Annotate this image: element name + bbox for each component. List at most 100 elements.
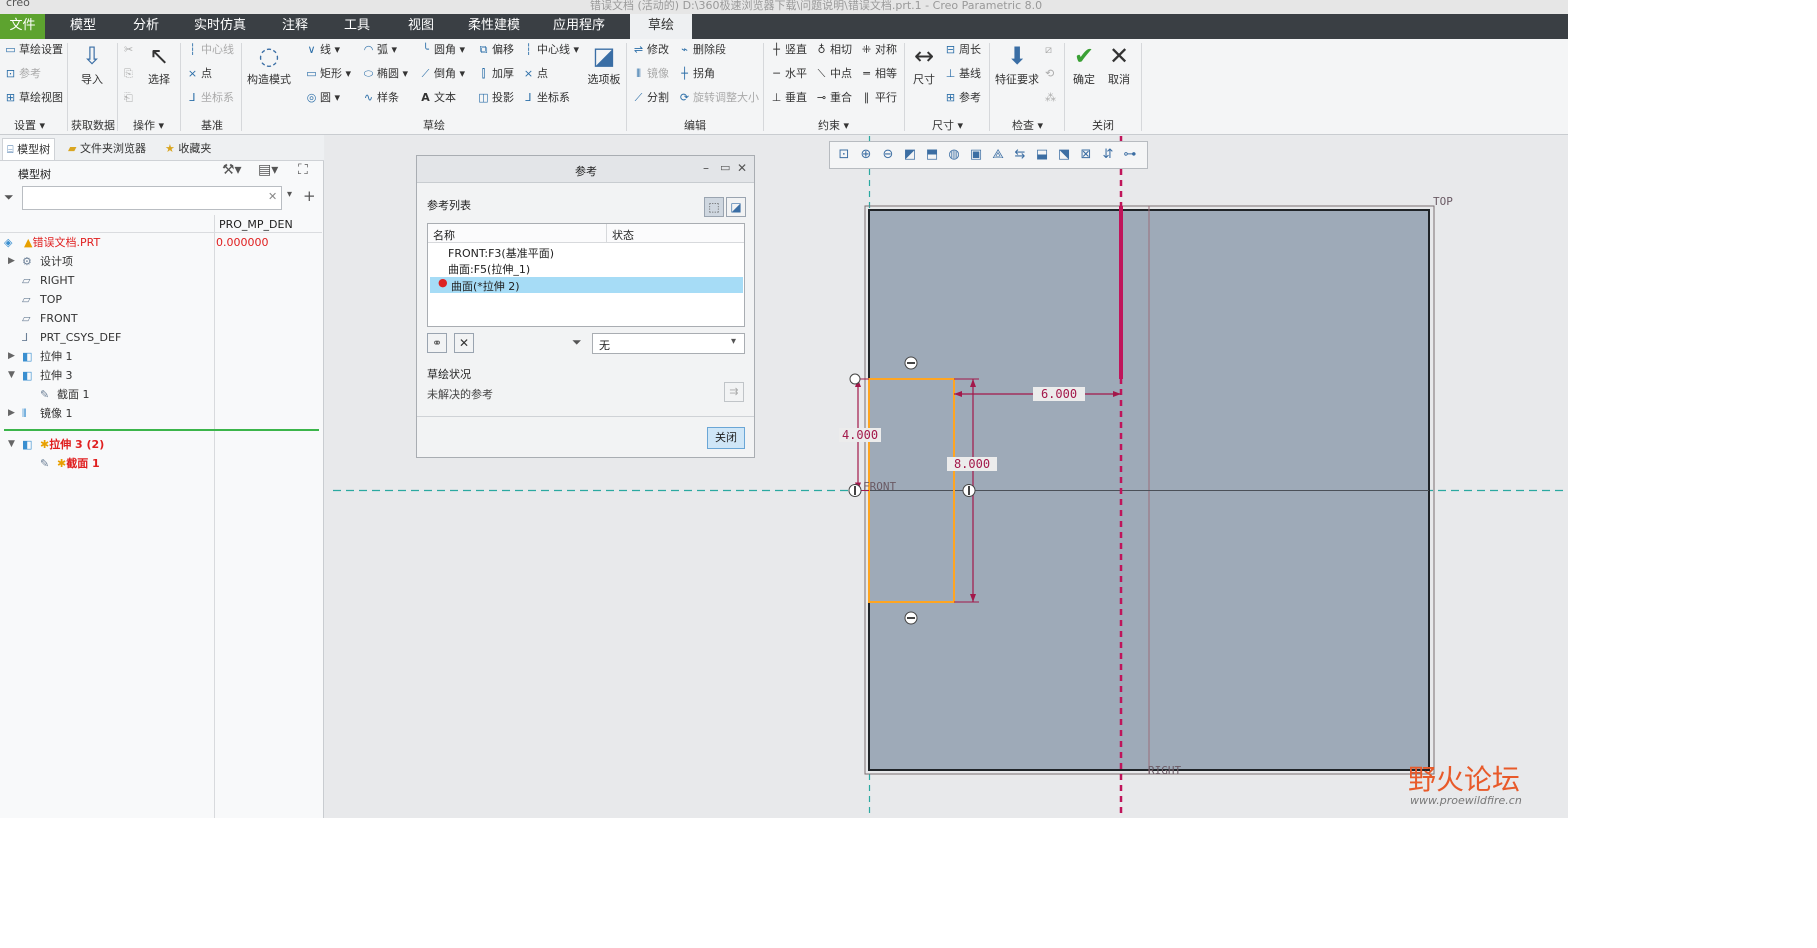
filter-select[interactable]: 无 ▾ xyxy=(592,333,745,354)
xsec-reference-icon[interactable]: ◪ xyxy=(726,197,746,217)
circle-button[interactable]: ◎ 圆 ▾ xyxy=(305,91,340,105)
zoom-out-icon[interactable]: ⊖ xyxy=(879,146,897,164)
tab-tools[interactable]: 工具 xyxy=(332,14,382,39)
tab-file[interactable]: 文件 xyxy=(0,14,45,39)
tab-model-tree[interactable]: ⌸ 模型树 xyxy=(2,138,56,160)
datum-display-icon[interactable]: ⇆ xyxy=(1011,146,1029,164)
delete-segment-button[interactable]: ⌁ 删除段 xyxy=(678,43,726,57)
tree-item-right[interactable]: ▱ RIGHT xyxy=(0,271,322,290)
ok-button[interactable]: ✔ 确定 xyxy=(1067,41,1101,87)
group-label-setup[interactable]: 设置 ▾ xyxy=(14,117,45,133)
clear-search-icon[interactable]: ✕ xyxy=(268,190,277,203)
column-header-status[interactable]: 状态 xyxy=(612,227,634,243)
offset-button[interactable]: ⧉ 偏移 xyxy=(477,43,514,57)
tab-model[interactable]: 模型 xyxy=(58,14,108,39)
dimension-6[interactable]: 6.000 xyxy=(1033,387,1085,401)
sketch-point-button[interactable]: × 点 xyxy=(522,67,548,81)
coincident-constraint-button[interactable]: ⊸ 重合 xyxy=(815,91,852,105)
references-button[interactable]: ⊡ 参考 xyxy=(4,67,41,81)
equal-constraint-button[interactable]: ═ 相等 xyxy=(860,67,897,81)
sketch-view-icon[interactable]: ⊠ xyxy=(1077,146,1095,164)
vertical-constraint-button[interactable]: ┼ 竖直 xyxy=(770,43,807,57)
minimize-icon[interactable]: – xyxy=(703,161,709,175)
datum-csys-button[interactable]: ⅃ 坐标系 xyxy=(186,91,234,105)
arc-button[interactable]: ◠ 弧 ▾ xyxy=(362,43,397,57)
tab-applications[interactable]: 应用程序 xyxy=(547,14,611,39)
tab-flexible-modeling[interactable]: 柔性建模 xyxy=(462,14,526,39)
tangent-constraint-button[interactable]: ♁ 相切 xyxy=(815,43,852,57)
rectangle-button[interactable]: ▭ 矩形 ▾ xyxy=(305,67,351,81)
text-button[interactable]: A 文本 xyxy=(419,91,456,105)
settings-icon[interactable]: ⚒▾ xyxy=(222,162,242,178)
delete-icon[interactable]: ✕ xyxy=(454,333,474,353)
group-label-constrain[interactable]: 约束 ▾ xyxy=(818,117,849,133)
open-ends-icon[interactable]: ⁂ xyxy=(1045,91,1056,105)
mirror-button[interactable]: ⫴ 镜像 xyxy=(632,67,669,81)
tab-annotate[interactable]: 注释 xyxy=(270,14,320,39)
zoom-in-icon[interactable]: ⊕ xyxy=(857,146,875,164)
collapse-icon[interactable]: ▼ xyxy=(8,366,15,385)
overlap-icon[interactable]: ⧄ xyxy=(1045,43,1052,57)
tree-item-csys[interactable]: ⅃ PRT_CSYS_DEF xyxy=(0,328,322,347)
tree-item-front[interactable]: ▱ FRONT xyxy=(0,309,322,328)
divide-button[interactable]: ⟋ 分割 xyxy=(632,91,669,105)
tab-analysis[interactable]: 分析 xyxy=(121,14,171,39)
group-label-dimension[interactable]: 尺寸 ▾ xyxy=(932,117,963,133)
line-button[interactable]: ∨ 线 ▾ xyxy=(305,43,340,57)
baseline-button[interactable]: ⊥ 基线 xyxy=(944,67,981,81)
palette-button[interactable]: ◪ 选项板 xyxy=(586,41,622,87)
shade-closed-loops-icon[interactable]: ⟲ xyxy=(1045,67,1054,81)
perspective-icon[interactable]: ⟁ xyxy=(989,146,1007,164)
list-item[interactable]: 曲面:F5(拉伸_1) xyxy=(448,261,530,277)
copy-icon[interactable]: ⎘ xyxy=(124,67,133,81)
horizontal-constraint-button[interactable]: ─ 水平 xyxy=(770,67,807,81)
reference-dimension-button[interactable]: ⊞ 参考 xyxy=(944,91,981,105)
expand-icon[interactable]: ▶ xyxy=(8,404,15,423)
sketch-setup-button[interactable]: ▭ 草绘设置 xyxy=(4,43,63,57)
close-icon[interactable]: ✕ xyxy=(737,161,747,175)
solve-icon[interactable]: ⇉ xyxy=(724,382,744,402)
tab-view[interactable]: 视图 xyxy=(396,14,446,39)
corner-button[interactable]: ┼ 拐角 xyxy=(678,67,715,81)
constraint-display-icon[interactable]: ⊶ xyxy=(1121,146,1139,164)
tree-item-section-1-active[interactable]: ✎ ✱截面 1 xyxy=(0,454,322,473)
tree-item-top[interactable]: ▱ TOP xyxy=(0,290,322,309)
cut-icon[interactable]: ✂ xyxy=(124,43,133,57)
modify-button[interactable]: ⇌ 修改 xyxy=(632,43,669,57)
column-header-name[interactable]: 名称 xyxy=(433,227,455,243)
datum-point-button[interactable]: × 点 xyxy=(186,67,212,81)
perimeter-button[interactable]: ⊟ 周长 xyxy=(944,43,981,57)
symmetric-constraint-button[interactable]: ⁜ 对称 xyxy=(860,43,897,57)
sketch-csys-button[interactable]: ⅃ 坐标系 xyxy=(522,91,570,105)
tree-item-section-1[interactable]: ✎ 截面 1 xyxy=(0,385,322,404)
perpendicular-constraint-button[interactable]: ⊥ 垂直 xyxy=(770,91,807,105)
dimension-button[interactable]: ↔ 尺寸 xyxy=(907,41,941,87)
sketch-view-button[interactable]: ⊞ 草绘视图 xyxy=(4,91,63,105)
chamfer-button[interactable]: ⟋ 倒角 ▾ xyxy=(419,67,465,81)
ellipse-button[interactable]: ⬭ 椭圆 ▾ xyxy=(362,67,408,81)
dimension-4[interactable]: 4.000 xyxy=(839,428,881,442)
project-button[interactable]: ◫ 投影 xyxy=(477,91,514,105)
thicken-button[interactable]: ⫿ 加厚 xyxy=(477,67,514,81)
tab-live-simulation[interactable]: 实时仿真 xyxy=(188,14,252,39)
column-header-pro-mp-den[interactable]: PRO_MP_DEN xyxy=(219,218,293,231)
collapse-icon[interactable]: ▼ xyxy=(8,435,15,454)
datum-centerline-button[interactable]: ┆ 中心线 xyxy=(186,43,234,57)
expand-icon[interactable]: ▶ xyxy=(8,252,15,271)
group-label-inspect[interactable]: 检查 ▾ xyxy=(1012,117,1043,133)
tree-item-part[interactable]: ◈ ▲错误文档.PRT 0.000000 xyxy=(0,233,322,252)
add-column-icon[interactable]: + xyxy=(303,187,316,205)
midpoint-constraint-button[interactable]: ⟍ 中点 xyxy=(815,67,852,81)
tab-favorites[interactable]: ★ 收藏夹 xyxy=(165,138,211,160)
tree-item-mirror-1[interactable]: ▶ ⫴ 镜像 1 xyxy=(0,404,322,423)
group-label-operations[interactable]: 操作 ▾ xyxy=(133,117,164,133)
cancel-button[interactable]: ✕ 取消 xyxy=(1102,41,1136,87)
link-icon[interactable]: ⚭ xyxy=(427,333,447,353)
tree-item-design-items[interactable]: ▶ ⚙ 设计项 xyxy=(0,252,322,271)
list-item-selected[interactable]: ● 曲面(*拉伸 2) xyxy=(430,276,743,293)
tree-item-extrude-3[interactable]: ▼ ◧ 拉伸 3 xyxy=(0,366,322,385)
spline-button[interactable]: ∿ 样条 xyxy=(362,91,399,105)
feature-requirements-button[interactable]: ⬇ 特征要求 xyxy=(993,41,1041,87)
repaint-icon[interactable]: ◩ xyxy=(901,146,919,164)
import-button[interactable]: ⇩ 导入 xyxy=(72,41,112,87)
